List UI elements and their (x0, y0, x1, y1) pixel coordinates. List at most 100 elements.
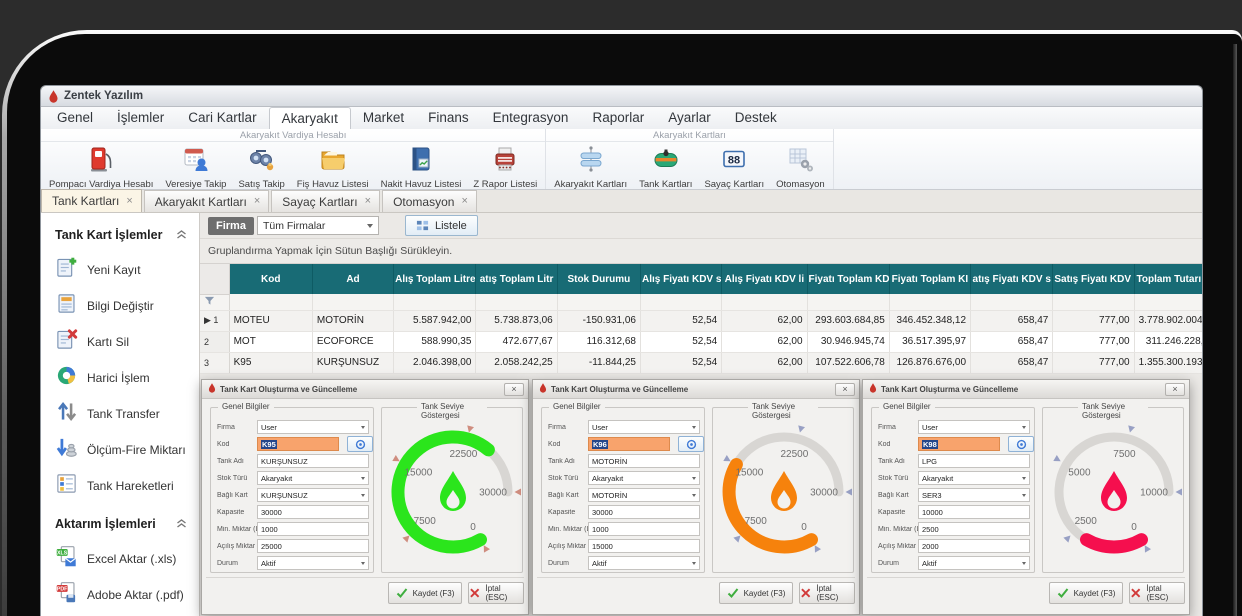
collapse-chevron-icon[interactable] (176, 226, 187, 244)
sidebar-item-movements[interactable]: Tank Hareketleri (55, 468, 199, 504)
grid-column-header[interactable]: Ad (312, 264, 393, 294)
grid-cell[interactable]: 116.312,68 (557, 331, 640, 352)
grid-column-header[interactable]: Stok Durumu (557, 264, 640, 294)
grid-cell[interactable]: 126.876.676,00 (889, 352, 970, 373)
cancel-button[interactable]: İptal (ESC) (468, 582, 524, 604)
sidebar-item-excel[interactable]: XLSExcel Aktar (.xls) (55, 541, 199, 577)
tab-close-icon[interactable]: × (126, 196, 132, 207)
filter-cell[interactable] (722, 294, 807, 310)
field-input[interactable]: 15000 (588, 539, 700, 553)
grid-cell[interactable]: 658,47 (971, 310, 1053, 331)
table-row[interactable]: ▶ 1MOTEUMOTORİN5.587.942,005.738.873,06-… (200, 310, 1202, 331)
menu-item-genel[interactable]: Genel (45, 107, 105, 129)
filter-cell[interactable] (312, 294, 393, 310)
ribbon-button-binoculars[interactable]: Satış Takip (232, 143, 290, 192)
grid-column-header[interactable]: Alış Fiyatı KDV si (640, 264, 721, 294)
filter-cell[interactable] (889, 294, 970, 310)
grid-cell[interactable]: 472.677,67 (476, 331, 557, 352)
grid-cell[interactable]: 52,54 (640, 310, 721, 331)
grid-column-header[interactable]: Fiyatı Toplam KI (889, 264, 970, 294)
grid-column-header[interactable]: atış Toplam Litr (476, 264, 557, 294)
grid-cell[interactable]: MOT (229, 331, 312, 352)
sidebar-group-header[interactable]: Tank Kart İşlemler (55, 223, 187, 247)
grid-cell[interactable]: 658,47 (971, 331, 1053, 352)
grid-cell[interactable]: KURŞUNSUZ (312, 352, 393, 373)
field-select[interactable]: User (588, 420, 700, 434)
grid-cell[interactable]: 293.603.684,85 (807, 310, 889, 331)
grid-column-header[interactable]: Alış Toplam Litre (394, 264, 476, 294)
filter-cell[interactable] (807, 294, 889, 310)
field-select[interactable]: Akaryakıt (588, 471, 700, 485)
sidebar-item-pdf[interactable]: PDFAdobe Aktar (.pdf) (55, 577, 199, 613)
kod-refresh-button[interactable] (1008, 436, 1034, 452)
menu-item-akaryakıt[interactable]: Akaryakıt (269, 107, 351, 129)
grid-cell[interactable]: -11.844,25 (557, 352, 640, 373)
grid-cell[interactable]: 30.946.945,74 (807, 331, 889, 352)
tab-sayaç-kartları[interactable]: Sayaç Kartları× (271, 190, 380, 212)
grid-column-header[interactable]: Kod (229, 264, 312, 294)
grid-cell[interactable]: 1.355.300.193,8 (1134, 352, 1202, 373)
grid-cell[interactable]: 107.522.606,78 (807, 352, 889, 373)
dialog-close-button[interactable]: × (835, 383, 855, 396)
filter-cell[interactable] (971, 294, 1053, 310)
ribbon-button-receipt-printer[interactable]: Z Rapor Listesi (467, 143, 543, 192)
ribbon-button-folder[interactable]: Fiş Havuz Listesi (291, 143, 375, 192)
field-select[interactable]: Akaryakıt (918, 471, 1030, 485)
field-select[interactable]: Aktif (257, 556, 369, 570)
sidebar-item-edit-record[interactable]: Bilgi Değiştir (55, 288, 199, 324)
save-button[interactable]: Kaydet (F3) (719, 582, 793, 604)
menu-item-cari kartlar[interactable]: Cari Kartlar (176, 107, 268, 129)
dialog-title-bar[interactable]: Tank Kart Oluşturma ve Güncelleme× (202, 380, 528, 399)
ribbon-button-automation[interactable]: Otomasyon (770, 143, 831, 192)
grid-column-header[interactable]: Toplam Tutarı K (1134, 264, 1202, 294)
grid-cell[interactable]: 3.778.902.004,9 (1134, 310, 1202, 331)
grid-cell[interactable]: 777,00 (1053, 331, 1134, 352)
field-input[interactable]: MOTORİN (588, 454, 700, 468)
kod-input[interactable]: K96 (588, 437, 670, 451)
field-select[interactable]: User (257, 420, 369, 434)
ribbon-button-fuel-pump[interactable]: Pompacı Vardiya Hesabı (43, 143, 159, 192)
menu-item-raporlar[interactable]: Raporlar (580, 107, 656, 129)
tab-close-icon[interactable]: × (365, 196, 371, 207)
grid-cell[interactable]: K95 (229, 352, 312, 373)
grid-cell[interactable]: 777,00 (1053, 352, 1134, 373)
table-row[interactable]: 2MOTECOFORCE588.990,35472.677,67116.312,… (200, 331, 1202, 352)
field-input[interactable]: 1000 (257, 522, 369, 536)
menu-item-destek[interactable]: Destek (723, 107, 789, 129)
grid-column-header[interactable]: Satış Fiyatı KDV l (1053, 264, 1134, 294)
grid-cell[interactable]: 36.517.395,97 (889, 331, 970, 352)
row-indicator[interactable]: 3 (200, 352, 229, 373)
grid-column-header[interactable]: atış Fiyatı KDV s (971, 264, 1053, 294)
grid-cell[interactable]: 5.587.942,00 (394, 310, 476, 331)
grid-cell[interactable]: 346.452.348,12 (889, 310, 970, 331)
tab-akaryakıt-kartları[interactable]: Akaryakıt Kartları× (144, 190, 269, 212)
field-input[interactable]: 25000 (257, 539, 369, 553)
menu-item-finans[interactable]: Finans (416, 107, 481, 129)
save-button[interactable]: Kaydet (F3) (388, 582, 462, 604)
ribbon-button-counter[interactable]: 88Sayaç Kartları (698, 143, 770, 192)
ribbon-button-ledger[interactable]: Nakit Havuz Listesi (375, 143, 468, 192)
filter-cell[interactable] (394, 294, 476, 310)
firma-select[interactable]: Tüm Firmalar (257, 216, 379, 235)
grid-cell[interactable]: 52,54 (640, 352, 721, 373)
grid-cell[interactable]: 588.990,35 (394, 331, 476, 352)
dialog-close-button[interactable]: × (504, 383, 524, 396)
grid-cell[interactable]: 2.046.398,00 (394, 352, 476, 373)
field-select[interactable]: Aktif (918, 556, 1030, 570)
menu-item-i̇şlemler[interactable]: İşlemler (105, 107, 176, 129)
field-select[interactable]: SER3 (918, 488, 1030, 502)
grid-cell[interactable]: 62,00 (722, 331, 807, 352)
grid-cell[interactable]: MOTEU (229, 310, 312, 331)
filter-cell[interactable] (557, 294, 640, 310)
field-input[interactable]: LPG (918, 454, 1030, 468)
field-input[interactable]: 30000 (257, 505, 369, 519)
sidebar-item-new-record[interactable]: Yeni Kayıt (55, 252, 199, 288)
field-input[interactable]: 2000 (918, 539, 1030, 553)
grid-cell[interactable]: 777,00 (1053, 310, 1134, 331)
ribbon-button-fuel-cards[interactable]: Akaryakıt Kartları (548, 143, 633, 192)
field-select[interactable]: MOTORİN (588, 488, 700, 502)
listele-button[interactable]: Listele (405, 215, 478, 236)
sidebar-item-pie[interactable]: Harici İşlem (55, 360, 199, 396)
grid-cell[interactable]: ECOFORCE (312, 331, 393, 352)
tab-otomasyon[interactable]: Otomasyon× (382, 190, 477, 212)
